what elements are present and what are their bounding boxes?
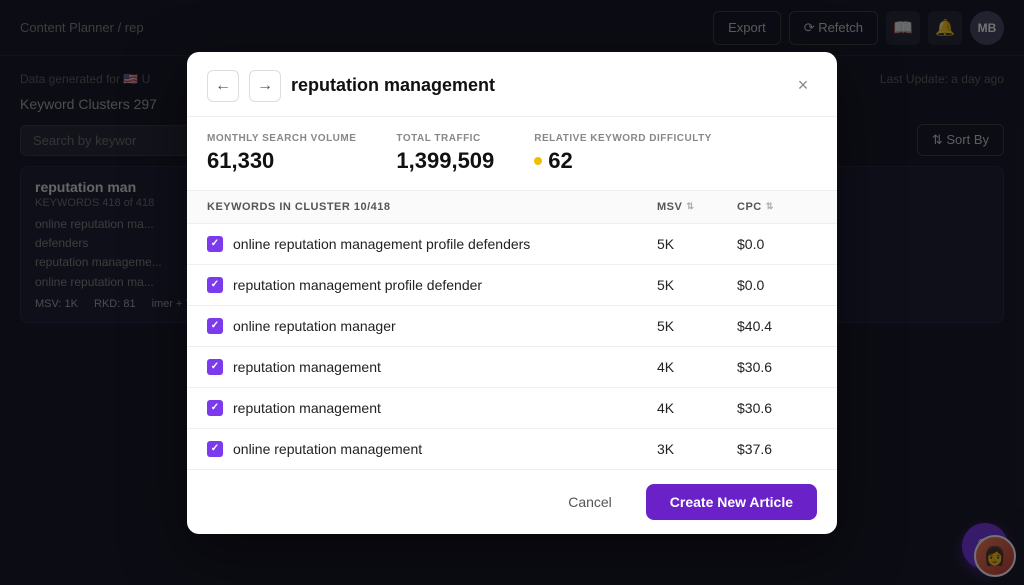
keyword-checkbox[interactable] <box>207 359 223 375</box>
create-article-button[interactable]: Create New Article <box>646 484 817 520</box>
msv-cell: 3K <box>657 441 737 457</box>
cpc-sort-arrows[interactable]: ⇅ <box>766 201 774 212</box>
cancel-button[interactable]: Cancel <box>546 484 634 520</box>
modal-header: ← → reputation management × <box>187 52 837 117</box>
keyword-checkbox[interactable] <box>207 441 223 457</box>
cpc-column-header: CPC ⇅ <box>737 201 817 213</box>
msv-cell: 4K <box>657 400 737 416</box>
total-traffic-stat: TOTAL TRAFFIC 1,399,509 <box>396 133 494 174</box>
keyword-text: reputation management <box>233 400 381 416</box>
table-row: reputation management 4K $30.6 <box>187 347 837 388</box>
msv-cell: 5K <box>657 318 737 334</box>
msv-sort-arrows[interactable]: ⇅ <box>686 201 694 212</box>
keyword-text: online reputation management <box>233 441 422 457</box>
keyword-text: reputation management profile defender <box>233 277 482 293</box>
keyword-checkbox[interactable] <box>207 236 223 252</box>
nav-forward-button[interactable]: → <box>249 70 281 102</box>
keyword-checkbox[interactable] <box>207 400 223 416</box>
keyword-cell: reputation management profile defender <box>207 277 657 293</box>
msv-label: MONTHLY SEARCH VOLUME <box>207 133 356 144</box>
keyword-cell: online reputation management profile def… <box>207 236 657 252</box>
modal-title: reputation management <box>291 75 779 96</box>
msv-cell: 5K <box>657 277 737 293</box>
modal: ← → reputation management × MONTHLY SEAR… <box>187 52 837 534</box>
keyword-cell: online reputation management <box>207 441 657 457</box>
keyword-checkbox[interactable] <box>207 277 223 293</box>
table-row: online reputation manager 5K $40.4 <box>187 306 837 347</box>
rkd-value: 62 <box>534 148 712 174</box>
cpc-cell: $0.0 <box>737 277 817 293</box>
traffic-value: 1,399,509 <box>396 148 494 174</box>
table-row: online reputation management profile def… <box>187 224 837 265</box>
keyword-text: online reputation management profile def… <box>233 236 530 252</box>
stats-row: MONTHLY SEARCH VOLUME 61,330 TOTAL TRAFF… <box>187 117 837 191</box>
keyword-checkbox[interactable] <box>207 318 223 334</box>
keyword-text: reputation management <box>233 359 381 375</box>
close-button[interactable]: × <box>789 72 817 100</box>
modal-overlay: ← → reputation management × MONTHLY SEAR… <box>0 0 1024 585</box>
table-row: reputation management profile defender 5… <box>187 265 837 306</box>
table-row: online reputation management 3K $37.6 <box>187 429 837 469</box>
msv-cell: 5K <box>657 236 737 252</box>
cpc-cell: $30.6 <box>737 359 817 375</box>
relative-difficulty-stat: RELATIVE KEYWORD DIFFICULTY 62 <box>534 133 712 174</box>
keyword-cell: reputation management <box>207 359 657 375</box>
cpc-cell: $40.4 <box>737 318 817 334</box>
msv-value: 61,330 <box>207 148 356 174</box>
table-body: online reputation management profile def… <box>187 224 837 469</box>
table-header: KEYWORDS IN CLUSTER 10/418 MSV ⇅ CPC ⇅ <box>187 191 837 224</box>
keyword-text: online reputation manager <box>233 318 396 334</box>
keyword-cell: online reputation manager <box>207 318 657 334</box>
keyword-column-header: KEYWORDS IN CLUSTER 10/418 <box>207 201 657 213</box>
monthly-search-volume-stat: MONTHLY SEARCH VOLUME 61,330 <box>207 133 356 174</box>
rkd-label: RELATIVE KEYWORD DIFFICULTY <box>534 133 712 144</box>
msv-column-header: MSV ⇅ <box>657 201 737 213</box>
keywords-table: KEYWORDS IN CLUSTER 10/418 MSV ⇅ CPC ⇅ o… <box>187 191 837 469</box>
table-row: reputation management 4K $30.6 <box>187 388 837 429</box>
modal-footer: Cancel Create New Article <box>187 469 837 534</box>
cpc-cell: $30.6 <box>737 400 817 416</box>
nav-back-button[interactable]: ← <box>207 70 239 102</box>
traffic-label: TOTAL TRAFFIC <box>396 133 494 144</box>
keyword-cell: reputation management <box>207 400 657 416</box>
cpc-cell: $0.0 <box>737 236 817 252</box>
difficulty-dot <box>534 157 542 165</box>
cpc-cell: $37.6 <box>737 441 817 457</box>
msv-cell: 4K <box>657 359 737 375</box>
